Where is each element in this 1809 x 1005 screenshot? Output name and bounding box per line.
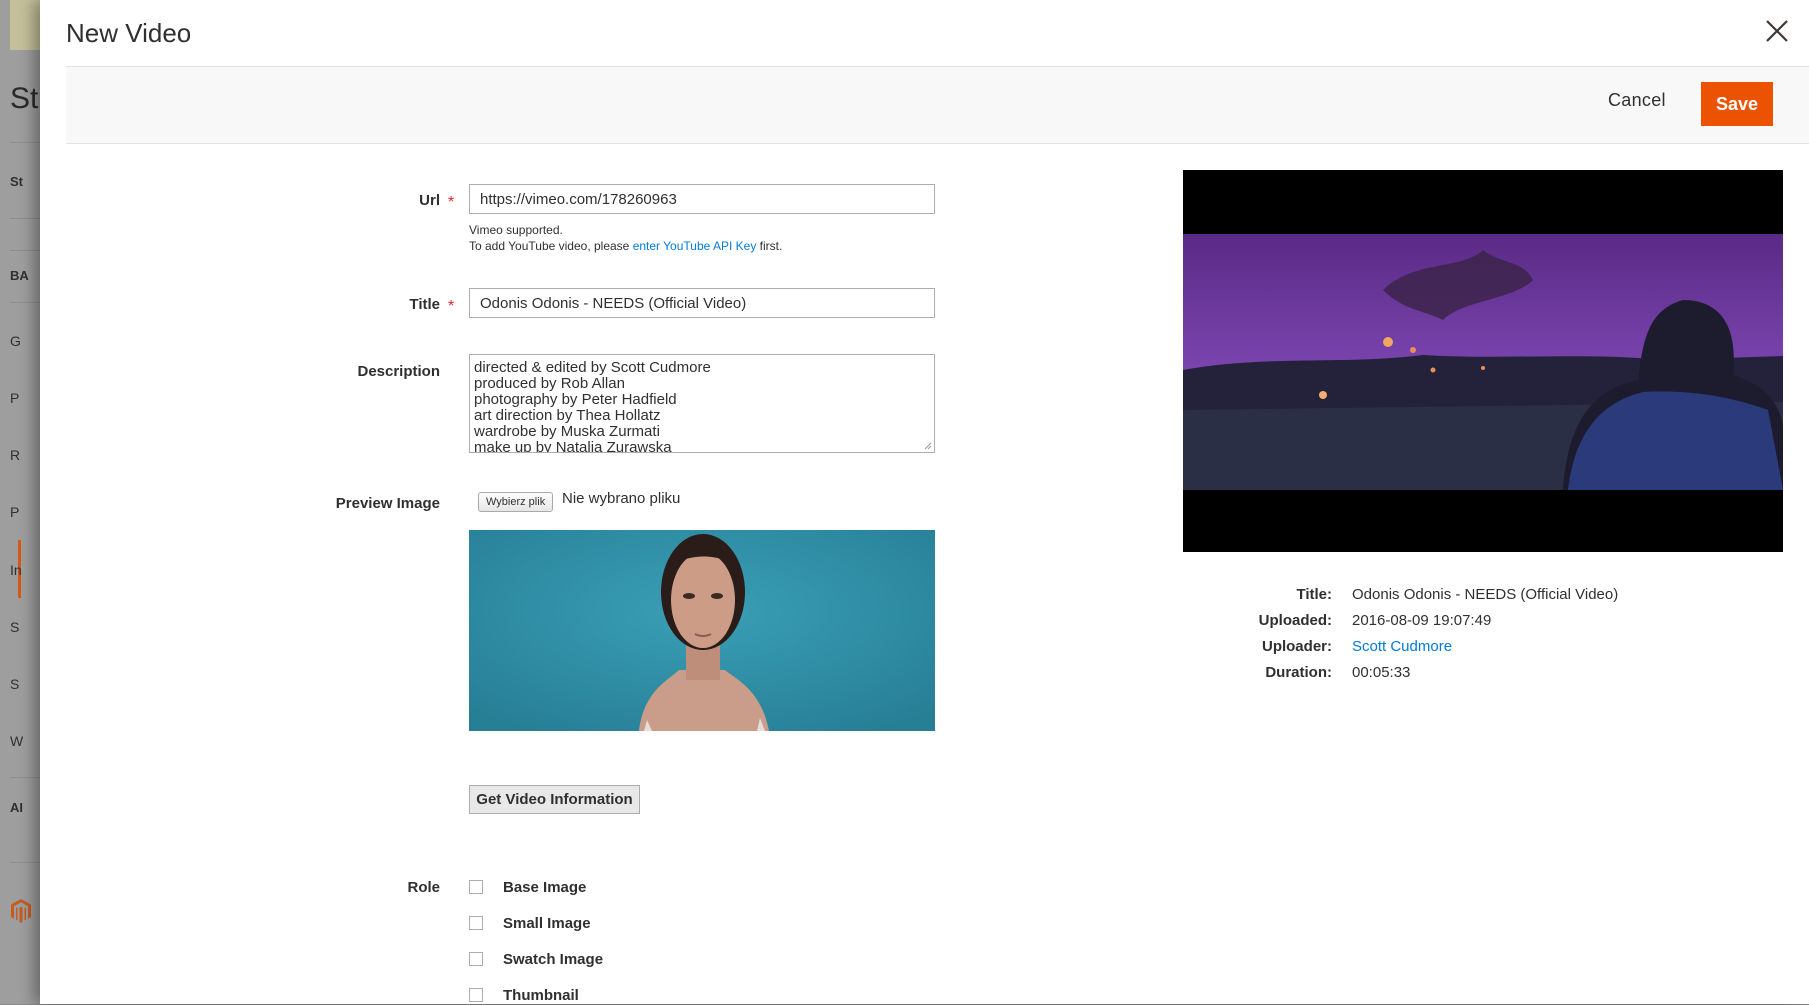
role-option-label: Thumbnail <box>503 986 579 1004</box>
magento-logo-icon <box>11 899 31 923</box>
meta-duration-value: 00:05:33 <box>1352 664 1411 681</box>
title-label: Title <box>409 296 440 313</box>
required-asterisk: * <box>448 298 455 315</box>
url-note-prefix: To add YouTube video, please <box>469 239 633 253</box>
description-label: Description <box>357 363 440 380</box>
modal-title: New Video <box>66 18 192 48</box>
background-page-heading: St <box>10 82 39 115</box>
small-image-checkbox[interactable] <box>469 916 483 930</box>
role-option-swatch-image[interactable]: Swatch Image <box>469 949 603 969</box>
description-line: directed & edited by Scott Cudmore <box>474 359 711 376</box>
role-option-base-image[interactable]: Base Image <box>469 877 586 897</box>
meta-title-key: Title: <box>1296 586 1332 603</box>
description-line: art direction by Thea Hollatz <box>474 407 661 424</box>
description-line: wardrobe by Muska Zurmati <box>474 423 660 440</box>
video-player[interactable] <box>1183 170 1783 552</box>
meta-uploader-link[interactable]: Scott Cudmore <box>1352 638 1452 655</box>
portrait-photo <box>469 530 935 731</box>
choose-file-button[interactable]: Wybierz plik <box>478 492 554 512</box>
role-option-thumbnail[interactable]: Thumbnail <box>469 985 579 1005</box>
description-line: make up by Natalia Zurawska <box>474 439 672 453</box>
new-video-modal: New Video Cancel Save Url * https://vime… <box>40 0 1809 1004</box>
meta-uploader-key: Uploader: <box>1261 638 1332 655</box>
close-icon[interactable] <box>1764 18 1790 44</box>
resize-grip-icon[interactable] <box>924 442 932 450</box>
description-line: produced by Rob Allan <box>474 375 625 392</box>
required-asterisk: * <box>448 194 455 211</box>
role-label: Role <box>407 879 440 896</box>
role-option-label: Small Image <box>503 914 591 932</box>
base-image-checkbox[interactable] <box>469 880 483 894</box>
meta-uploaded-key: Uploaded: <box>1258 612 1332 629</box>
role-option-small-image[interactable]: Small Image <box>469 913 591 933</box>
get-video-information-button[interactable]: Get Video Information <box>469 785 640 814</box>
thumbnail-checkbox[interactable] <box>469 988 483 1002</box>
url-input[interactable]: https://vimeo.com/178260963 <box>469 184 935 214</box>
url-note: Vimeo supported. To add YouTube video, p… <box>469 222 782 254</box>
meta-title-value: Odonis Odonis - NEEDS (Official Video) <box>1352 586 1619 603</box>
description-line: photography by Peter Hadfield <box>474 391 677 408</box>
cancel-button[interactable]: Cancel <box>1608 90 1666 111</box>
preview-image-thumbnail <box>469 530 935 731</box>
url-note-line2: To add YouTube video, please enter YouTu… <box>469 238 782 254</box>
video-frame <box>1183 170 1783 552</box>
youtube-api-key-link[interactable]: enter YouTube API Key <box>633 239 757 253</box>
description-textarea[interactable]: directed & edited by Scott Cudmore produ… <box>469 354 935 453</box>
file-status-text: Nie wybrano pliku <box>562 490 681 507</box>
meta-duration-key: Duration: <box>1265 664 1332 681</box>
swatch-image-checkbox[interactable] <box>469 952 483 966</box>
preview-image-label: Preview Image <box>335 495 440 512</box>
title-input[interactable]: Odonis Odonis - NEEDS (Official Video) <box>469 288 935 318</box>
url-note-line1: Vimeo supported. <box>469 223 563 237</box>
url-label: Url <box>419 192 440 209</box>
modal-toolbar <box>66 66 1809 144</box>
save-button[interactable]: Save <box>1701 82 1773 126</box>
role-option-label: Base Image <box>503 878 587 896</box>
role-option-label: Swatch Image <box>503 950 604 968</box>
meta-uploaded-value: 2016-08-09 19:07:49 <box>1352 612 1492 629</box>
url-note-suffix: first. <box>756 239 783 253</box>
